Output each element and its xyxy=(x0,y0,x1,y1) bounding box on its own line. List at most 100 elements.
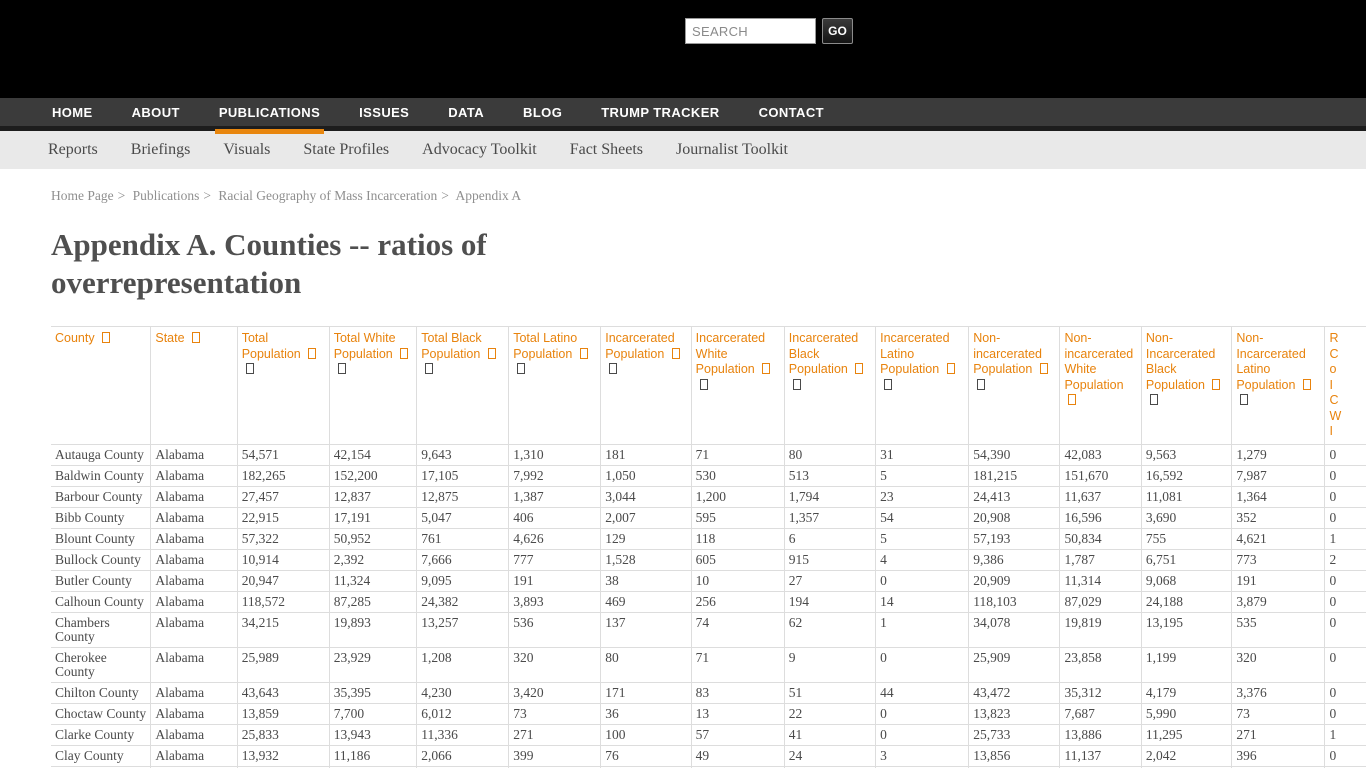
cell-value: 1,279 xyxy=(1232,444,1325,465)
cell-value: 9,563 xyxy=(1141,444,1231,465)
table-row: Bullock CountyAlabama10,9142,3927,666777… xyxy=(51,549,1366,570)
nav-item-trump-tracker[interactable]: TRUMP TRACKER xyxy=(601,96,719,129)
column-header-non_latino[interactable]: Non-Incarcerated Latino Population xyxy=(1232,327,1325,445)
cell-value: 13,257 xyxy=(417,612,509,647)
cell-county: Clay County xyxy=(51,745,151,766)
cell-value: 11,336 xyxy=(417,724,509,745)
cell-value: 23,929 xyxy=(329,647,417,682)
cell-value: 0 xyxy=(1325,444,1366,465)
nav-item-about[interactable]: ABOUT xyxy=(132,96,180,129)
subnav-item-visuals[interactable]: Visuals xyxy=(223,141,270,159)
subnav-item-reports[interactable]: Reports xyxy=(48,141,98,159)
cell-value: 5 xyxy=(876,465,969,486)
cell-value: 12,837 xyxy=(329,486,417,507)
column-header-non_pop[interactable]: Non-incarcerated Population xyxy=(969,327,1060,445)
column-header-inc_latino[interactable]: Incarcerated Latino Population xyxy=(876,327,969,445)
cell-value: 118,572 xyxy=(237,591,329,612)
cell-value: 2,042 xyxy=(1141,745,1231,766)
cell-value: 22,915 xyxy=(237,507,329,528)
nav-item-blog[interactable]: BLOG xyxy=(523,96,562,129)
cell-value: 7,700 xyxy=(329,703,417,724)
sort-icon xyxy=(1068,394,1076,405)
column-header-total_black[interactable]: Total Black Population xyxy=(417,327,509,445)
cell-value: 11,314 xyxy=(1060,570,1141,591)
cell-value: 5,990 xyxy=(1141,703,1231,724)
cell-value: 118,103 xyxy=(969,591,1060,612)
cell-value: 0 xyxy=(1325,570,1366,591)
search-go-button[interactable]: GO xyxy=(822,18,853,44)
column-header-ratio_clipped[interactable]: RCoICWI xyxy=(1325,327,1366,445)
cell-value: 0 xyxy=(1325,486,1366,507)
cell-value: 50,952 xyxy=(329,528,417,549)
cell-county: Barbour County xyxy=(51,486,151,507)
cell-value: 469 xyxy=(601,591,691,612)
cell-county: Bibb County xyxy=(51,507,151,528)
column-header-inc_pop[interactable]: Incarcerated Population xyxy=(601,327,691,445)
column-header-total_white[interactable]: Total White Population xyxy=(329,327,417,445)
cell-value: 71 xyxy=(691,444,784,465)
nav-item-data[interactable]: DATA xyxy=(448,96,484,129)
cell-value: 10,914 xyxy=(237,549,329,570)
cell-value: 1,050 xyxy=(601,465,691,486)
sort-icon xyxy=(400,348,408,359)
cell-value: 76 xyxy=(601,745,691,766)
breadcrumb-separator: > xyxy=(118,188,126,203)
subnav-item-advocacy-toolkit[interactable]: Advocacy Toolkit xyxy=(422,141,537,159)
cell-value: 73 xyxy=(1232,703,1325,724)
breadcrumb-publications[interactable]: Publications xyxy=(133,188,200,203)
cell-value: 27,457 xyxy=(237,486,329,507)
cell-value: 4,621 xyxy=(1232,528,1325,549)
cell-value: 1,208 xyxy=(417,647,509,682)
subnav-item-journalist-toolkit[interactable]: Journalist Toolkit xyxy=(676,141,788,159)
column-header-inc_black[interactable]: Incarcerated Black Population xyxy=(784,327,875,445)
column-header-total_pop[interactable]: Total Population xyxy=(237,327,329,445)
cell-value: 5,047 xyxy=(417,507,509,528)
cell-value: 0 xyxy=(1325,465,1366,486)
subnav-item-state-profiles[interactable]: State Profiles xyxy=(303,141,389,159)
table-row: Butler CountyAlabama20,94711,3249,095191… xyxy=(51,570,1366,591)
column-header-county[interactable]: County xyxy=(51,327,151,445)
cell-value: 17,191 xyxy=(329,507,417,528)
column-header-label: Incarcerated Latino Population xyxy=(880,331,949,376)
nav-item-contact[interactable]: CONTACT xyxy=(759,96,824,129)
column-header-state[interactable]: State xyxy=(151,327,237,445)
cell-value: 9 xyxy=(784,647,875,682)
cell-value: 915 xyxy=(784,549,875,570)
nav-item-publications[interactable]: PUBLICATIONS xyxy=(219,96,320,129)
cell-value: 194 xyxy=(784,591,875,612)
cell-value: 13,195 xyxy=(1141,612,1231,647)
cell-value: 536 xyxy=(509,612,601,647)
cell-value: 54,390 xyxy=(969,444,1060,465)
nav-item-home[interactable]: HOME xyxy=(52,96,93,129)
subnav-item-briefings[interactable]: Briefings xyxy=(131,141,191,159)
table-row: Clarke CountyAlabama25,83313,94311,33627… xyxy=(51,724,1366,745)
subnav-item-fact-sheets[interactable]: Fact Sheets xyxy=(570,141,643,159)
breadcrumb-report[interactable]: Racial Geography of Mass Incarceration xyxy=(218,188,437,203)
cell-value: 0 xyxy=(1325,612,1366,647)
column-header-non_black[interactable]: Non-Incarcerated Black Population xyxy=(1141,327,1231,445)
cell-county: Clarke County xyxy=(51,724,151,745)
column-header-non_white[interactable]: Non-incarcerated White Population xyxy=(1060,327,1141,445)
cell-value: 27 xyxy=(784,570,875,591)
cell-value: 777 xyxy=(509,549,601,570)
breadcrumb-separator: > xyxy=(441,188,449,203)
column-header-inc_white[interactable]: Incarcerated White Population xyxy=(691,327,784,445)
breadcrumb-home[interactable]: Home Page xyxy=(51,188,114,203)
cell-value: 12,875 xyxy=(417,486,509,507)
cell-value: 1,310 xyxy=(509,444,601,465)
cell-value: 19,893 xyxy=(329,612,417,647)
table-container: County State Total Population Total Whit… xyxy=(51,326,1366,768)
nav-item-issues[interactable]: ISSUES xyxy=(359,96,409,129)
cell-value: 62 xyxy=(784,612,875,647)
cell-value: 3,690 xyxy=(1141,507,1231,528)
cell-value: 43,472 xyxy=(969,682,1060,703)
column-header-label: Total Black Population xyxy=(421,331,484,361)
cell-value: 0 xyxy=(876,570,969,591)
table-row: Barbour CountyAlabama27,45712,83712,8751… xyxy=(51,486,1366,507)
cell-value: 83 xyxy=(691,682,784,703)
search-input[interactable] xyxy=(685,18,816,44)
column-header-total_latino[interactable]: Total Latino Population xyxy=(509,327,601,445)
cell-value: 595 xyxy=(691,507,784,528)
cell-county: Choctaw County xyxy=(51,703,151,724)
cell-state: Alabama xyxy=(151,465,237,486)
